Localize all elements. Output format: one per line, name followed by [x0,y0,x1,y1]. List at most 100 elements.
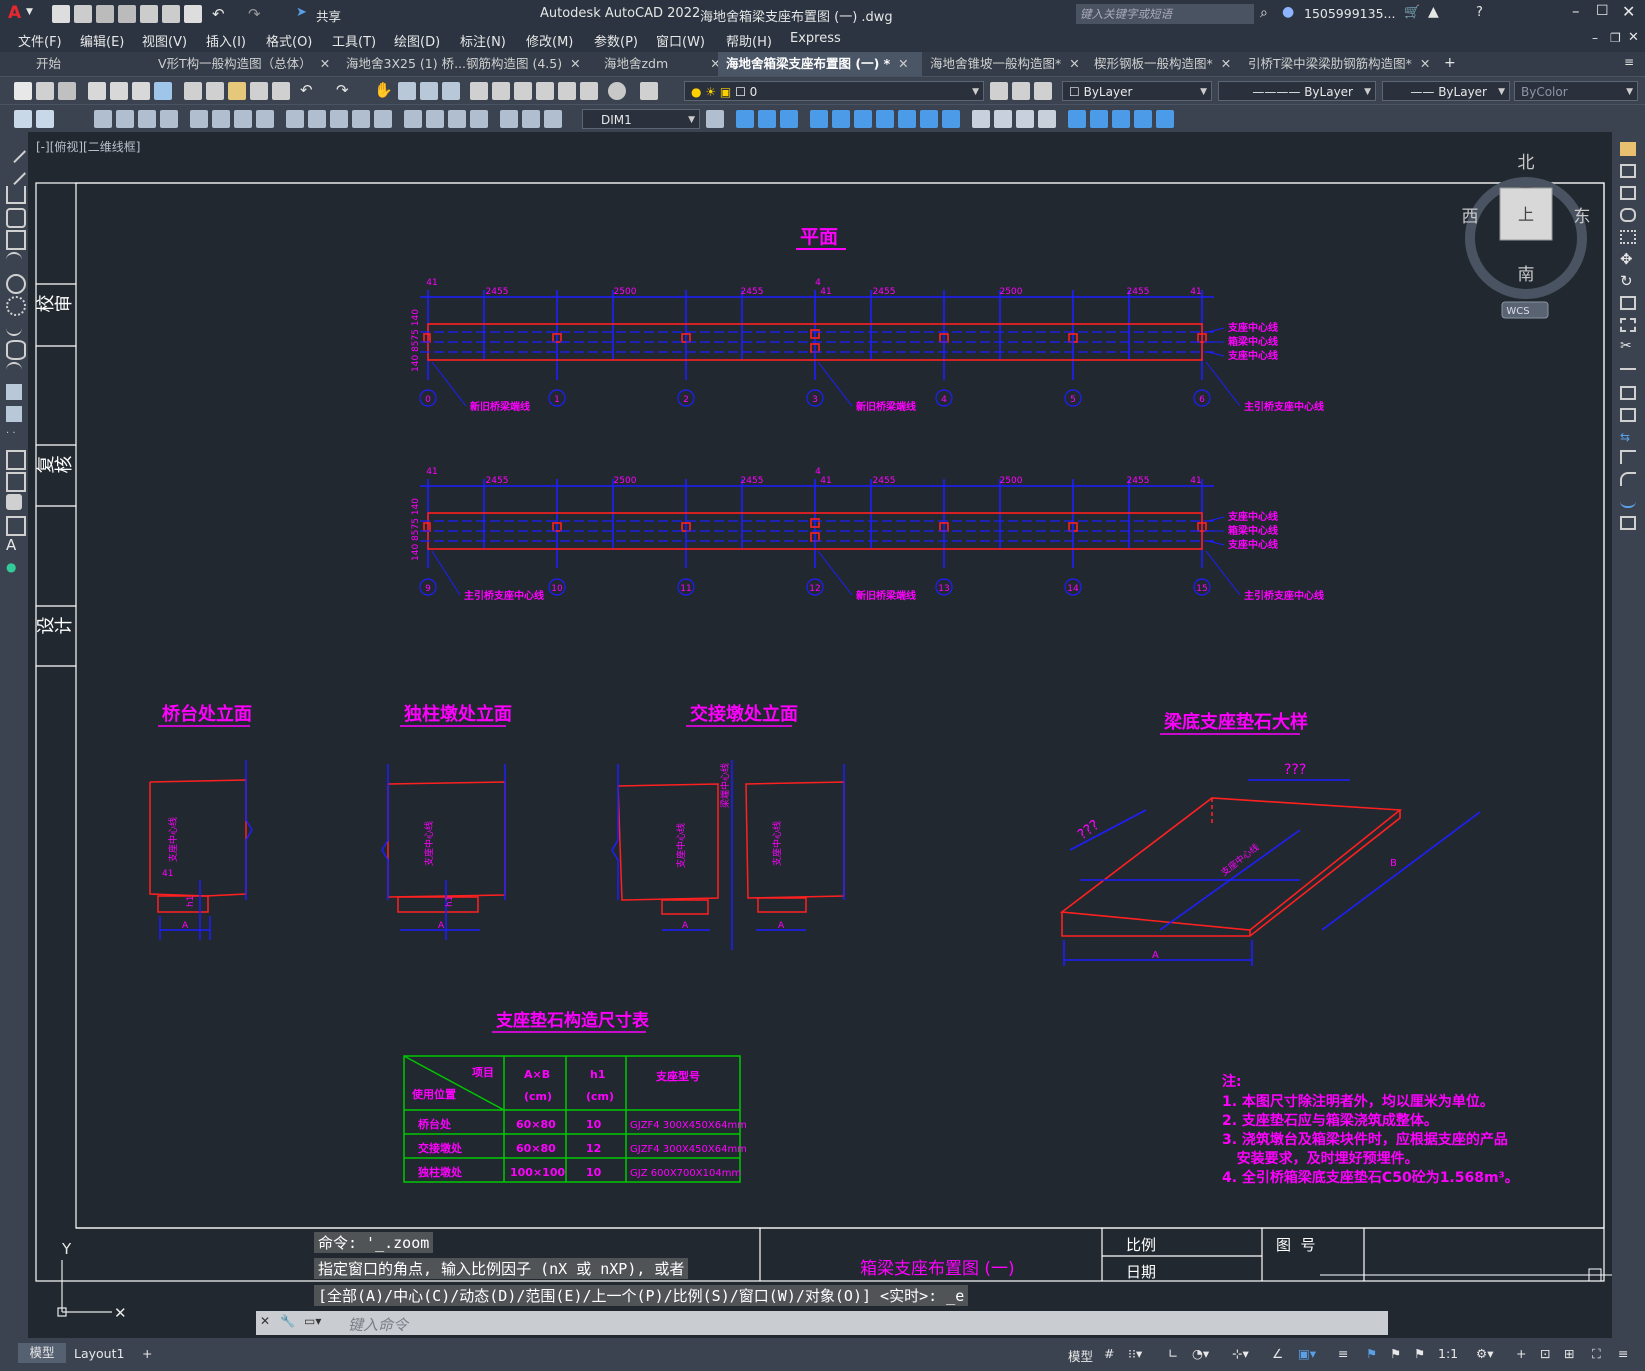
chamfer-icon[interactable] [1620,450,1636,464]
explode-icon[interactable] [1620,516,1636,530]
circle-icon[interactable] [6,274,26,294]
dim-update-icon[interactable] [544,110,562,128]
undo-icon[interactable]: ↶ [300,81,313,99]
menu-insert[interactable]: 插入(I) [206,31,246,50]
plot-icon[interactable] [88,82,106,100]
dim-space-icon[interactable] [352,110,370,128]
save-icon[interactable] [58,82,76,100]
undo-icon[interactable]: ↶ [212,5,225,23]
tab-list-icon[interactable]: ≡ [1624,55,1634,69]
close-tab-icon[interactable]: ✕ [570,56,580,71]
close-tab-icon[interactable]: ✕ [1420,56,1430,71]
drawing-canvas[interactable]: [-][俯视][二维线框] 校审 复核 设计 平面 0 1 2 3 4 5 6 … [28,132,1612,1338]
dim-edit-icon[interactable] [500,110,518,128]
open-web-icon[interactable] [140,5,158,23]
annotation-scale-value[interactable]: 1:1 [1438,1346,1458,1361]
ellipse-icon[interactable] [6,340,26,360]
sheet-set-icon[interactable] [536,82,554,100]
insert-block-icon[interactable] [6,384,22,400]
slice-icon[interactable] [942,110,960,128]
join-icon[interactable]: ⇆ [1620,430,1630,444]
trim-icon[interactable]: ✂ [1620,338,1632,354]
move-icon[interactable]: ✥ [1620,250,1633,268]
break-point-icon[interactable] [1620,386,1636,400]
dimstyle-dropdown[interactable]: DIM1 ▼ [582,109,700,129]
autoscale-icon[interactable]: ⚑ [1390,1346,1401,1361]
thicken-icon[interactable] [972,110,990,128]
menu-tools[interactable]: 工具(T) [332,31,376,50]
viewcube-east[interactable]: 东 [1574,207,1591,227]
polyline-icon[interactable] [6,186,26,204]
workspace-gear-icon[interactable]: ⚙▾ [1476,1346,1493,1361]
grid-icon[interactable]: # [1104,1346,1114,1361]
inspect-icon[interactable] [448,110,466,128]
ellipse-arc-icon[interactable] [6,362,22,380]
line-icon[interactable] [1,138,27,164]
osnap-tracking-icon[interactable]: ∠ [1272,1346,1283,1361]
block-editor-icon[interactable] [272,82,290,100]
menu-dimension[interactable]: 标注(N) [460,31,506,50]
lineweight-icon[interactable]: ≡ [1338,1346,1348,1361]
shell-icon[interactable] [994,110,1012,128]
publish-icon[interactable] [132,82,150,100]
jogged-linear-icon[interactable] [470,110,488,128]
command-customize-icon[interactable]: 🔧 [280,1314,295,1328]
fillet-icon[interactable] [1620,472,1636,486]
sweep-icon[interactable] [876,110,894,128]
dim-arc-icon[interactable] [138,110,156,128]
autodesk-app-icon[interactable]: ▲ [1428,4,1439,20]
menu-draw[interactable]: 绘图(D) [394,31,440,50]
3d-align-icon[interactable] [1112,110,1130,128]
revcloud-icon[interactable] [6,296,26,316]
menu-express[interactable]: Express [790,31,841,46]
dim-aligned-icon[interactable] [116,110,134,128]
calculator-icon[interactable] [580,82,598,100]
tab-support-layout[interactable]: 海地舍箱梁支座布置图 (一) * ✕ [718,52,922,76]
dim-diameter-icon[interactable] [234,110,252,128]
snap-icon[interactable]: ⁝⁝▾ [1128,1346,1142,1361]
3d-move-icon[interactable] [1068,110,1086,128]
markup-icon[interactable] [558,82,576,100]
annotation-monitor-icon[interactable]: + [1516,1346,1526,1361]
dim-ordinate-icon[interactable] [160,110,178,128]
share-icon[interactable]: ➤ [296,5,307,20]
3d-array-icon[interactable] [1156,110,1174,128]
menu-file[interactable]: 文件(F) [18,31,62,50]
presspull-icon[interactable] [920,110,938,128]
isodraft-icon[interactable]: ⊹▾ [1232,1346,1249,1361]
make-block-icon[interactable] [6,406,22,422]
mirror-icon[interactable] [1620,186,1636,200]
tab-t-beam[interactable]: 引桥T梁中梁梁肋钢筋构造图* ✕ [1240,52,1450,76]
spline-icon[interactable] [6,318,22,336]
search-icon[interactable]: ⌕ [1260,5,1268,21]
redo-icon[interactable]: ↷ [248,5,261,23]
break-icon[interactable] [1620,408,1636,422]
qnew-icon[interactable] [14,82,32,100]
close-tab-icon[interactable]: ✕ [320,56,330,71]
point-icon[interactable]: · · [6,428,22,444]
menu-view[interactable]: 视图(V) [142,31,187,50]
viewcube-west[interactable]: 西 [1462,207,1479,227]
close-icon[interactable]: ✕ [1622,2,1635,21]
zoom-previous-icon[interactable] [442,82,460,100]
menu-edit[interactable]: 编辑(E) [80,31,124,50]
close-tab-icon[interactable]: ✕ [1069,56,1079,71]
tool-palettes-icon[interactable] [514,82,532,100]
dim-radius-icon[interactable] [190,110,208,128]
construction-line-icon[interactable] [1,160,27,186]
command-recent-icon[interactable]: ▭▾ [304,1314,321,1328]
clean-screen-icon[interactable]: ⛶ [1592,1346,1601,1362]
arc-icon[interactable] [6,252,22,270]
lineweight-dropdown[interactable]: —— ByLayer ▼ [1382,81,1510,101]
intersect-icon[interactable] [810,110,828,128]
rectangle-icon[interactable] [6,230,26,250]
osnap-icon[interactable]: ▣▾ [1298,1346,1316,1361]
copy-icon[interactable] [1620,164,1636,178]
3d-rotate-icon[interactable] [1090,110,1108,128]
linetype-dropdown[interactable]: ———— ByLayer ▼ [1218,81,1376,101]
imprint-icon[interactable] [1016,110,1034,128]
layout-tab-layout1[interactable]: Layout1 [74,1346,124,1361]
units-icon[interactable]: ⊡ [1540,1346,1550,1361]
menu-help[interactable]: 帮助(H) [726,31,772,50]
rotate-icon[interactable]: ↻ [1620,272,1633,290]
